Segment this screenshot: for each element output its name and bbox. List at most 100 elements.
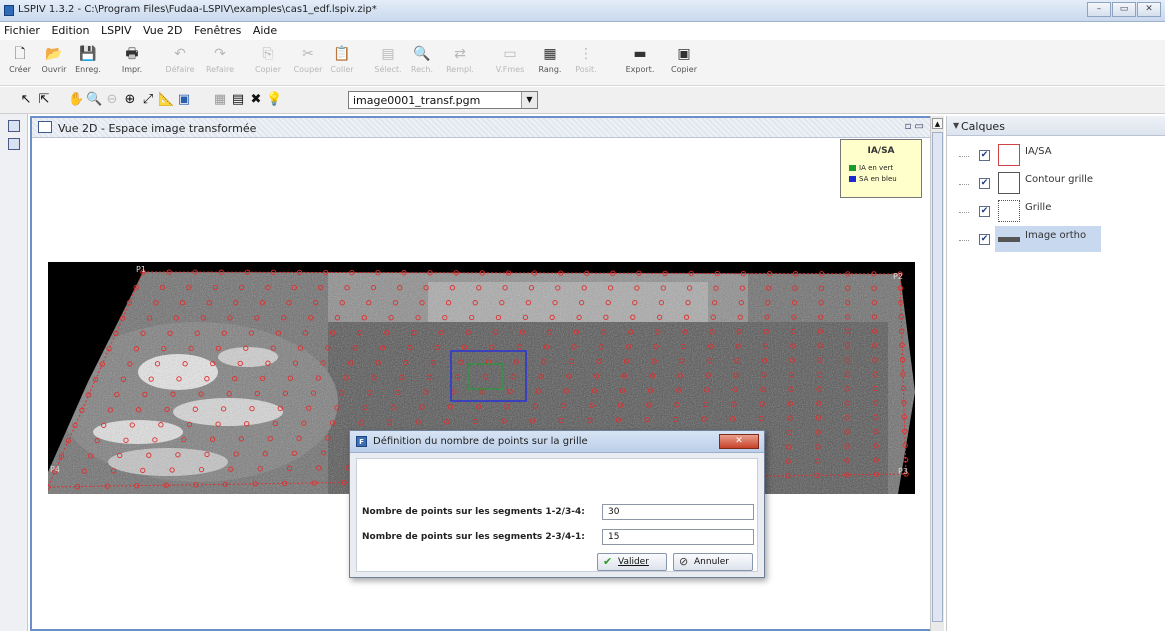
toolbar-button-label: Export.: [625, 65, 655, 74]
toolbar-button-label: Coller: [330, 65, 354, 74]
segments-1-2-input[interactable]: 30: [602, 504, 754, 520]
toolbar-button-v-fmes[interactable]: ▭ V.Fmes: [490, 42, 530, 74]
dialog-title: Définition du nombre de points sur la gr…: [373, 436, 588, 447]
toolbar-button-coller[interactable]: 📋 Coller: [322, 42, 362, 74]
toolbar-button-label: Copier: [671, 65, 697, 74]
layers-icon[interactable]: ▤: [230, 92, 246, 108]
bulb-icon[interactable]: 💡: [266, 92, 282, 108]
frame-controls[interactable]: ▫ ▭: [905, 121, 924, 132]
toolbar-button-rech[interactable]: 🔍 Rech.: [402, 42, 442, 74]
toolbar-button-enreg[interactable]: 💾 Enreg.: [68, 42, 108, 74]
app-icon: [4, 5, 14, 16]
left-side-strip: [0, 114, 28, 631]
toolbar-button-export[interactable]: ▬ Export.: [620, 42, 660, 74]
dialog-close-button[interactable]: ✕: [719, 434, 759, 449]
pan-icon[interactable]: ⤢: [140, 92, 156, 108]
window-controls: – ▭ ✕: [1086, 2, 1161, 18]
toolbar-button-d-faire[interactable]: ↶ Défaire: [160, 42, 200, 74]
toolbar-button-label: V.Fmes: [495, 65, 525, 74]
segments-2-3-label: Nombre de points sur les segments 2-3/4-…: [362, 532, 585, 542]
toolbar-button-impr[interactable]: 🖶 Impr.: [112, 42, 152, 74]
toolbar-button-label: Rech.: [410, 65, 434, 74]
zoom-out-icon[interactable]: ⊖: [104, 92, 120, 108]
chevron-down-icon[interactable]: ▼: [521, 92, 537, 108]
segments-2-3-input[interactable]: 15: [602, 529, 754, 545]
toolbar-button-refaire[interactable]: ↷ Refaire: [200, 42, 240, 74]
select-arrow-icon[interactable]: ↖: [18, 92, 34, 108]
title-bar: LSPIV 1.3.2 - C:\Program Files\Fudaa-LSP…: [0, 0, 1165, 22]
layer-grille-checkbox[interactable]: ✔: [979, 206, 990, 217]
menu-lspiv[interactable]: LSPIV: [97, 22, 136, 37]
pin-icon[interactable]: [8, 120, 20, 132]
tools-icon[interactable]: ✖: [248, 92, 264, 108]
save-icon: 💾: [79, 46, 97, 62]
find-icon: 🔍: [413, 46, 431, 62]
window-title: LSPIV 1.3.2 - C:\Program Files\Fudaa-LSP…: [18, 4, 377, 15]
menu-vue-2d[interactable]: Vue 2D: [139, 22, 186, 37]
layer-image-ortho-checkbox[interactable]: ✔: [979, 234, 990, 245]
open-folder-icon: 📂: [45, 46, 63, 62]
hand-icon[interactable]: ✋: [68, 92, 84, 108]
scrollbar-thumb[interactable]: [932, 132, 943, 622]
layers-panel-header: ▼ Calques: [947, 116, 1165, 136]
toolbar-button-rempl[interactable]: ⇄ Rempl.: [440, 42, 480, 74]
point-label-p4: P4: [50, 465, 60, 474]
layer-ia-sa-checkbox[interactable]: ✔: [979, 150, 990, 161]
toolbar-button-label: Enreg.: [75, 65, 101, 74]
menu-fichier[interactable]: Fichier: [0, 22, 44, 37]
toolbar-button-label: Posit.: [575, 65, 597, 74]
cancel-button[interactable]: ⊘ Annuler: [673, 553, 753, 571]
panel-icon[interactable]: [8, 138, 20, 150]
check-icon: ✔: [603, 555, 613, 568]
green-swatch: [849, 165, 856, 171]
validate-button[interactable]: ✔ Valider: [597, 553, 667, 571]
scroll-up-arrow-icon[interactable]: ▲: [932, 118, 943, 129]
print-icon: 🖶: [125, 46, 139, 62]
view-2d-title: Vue 2D - Espace image transformée: [58, 122, 257, 135]
layers-panel: ▼ Calques ✔ IA/SA ✔ Contour grille ✔ Gri…: [946, 116, 1165, 631]
toolbar-button-copier[interactable]: ⎘ Copier: [248, 42, 288, 74]
point-label-p3: P3: [898, 467, 908, 476]
view-2d-header: Vue 2D - Espace image transformée ▫ ▭: [32, 118, 932, 138]
toolbar-button-posit[interactable]: ⋮ Posit.: [566, 42, 606, 74]
point-label-p2: P2: [893, 272, 903, 281]
view-scrollbar[interactable]: ▲: [930, 116, 944, 631]
select-icon: ▤: [381, 46, 395, 62]
grid-icon[interactable]: ▦: [212, 92, 228, 108]
cut-icon: ✂: [302, 46, 314, 62]
zoom-in-icon[interactable]: 🔍: [86, 92, 102, 108]
menu-aide[interactable]: Aide: [249, 22, 281, 37]
layer-contour-grille-label: Contour grille: [1025, 174, 1094, 185]
toolbar-button-label: Refaire: [205, 65, 235, 74]
segments-1-2-label: Nombre de points sur les segments 1-2/3-…: [362, 507, 585, 517]
close-window-button[interactable]: ✕: [1137, 2, 1161, 17]
layer-contour-grille-checkbox[interactable]: ✔: [979, 178, 990, 189]
minimize-button[interactable]: –: [1087, 2, 1111, 17]
toolbar-button-label: Copier: [255, 65, 281, 74]
image-select-value: image0001_transf.pgm: [353, 94, 481, 107]
menu-edition[interactable]: Edition: [47, 22, 93, 37]
toolbar-button-label: Rang.: [538, 65, 562, 74]
image-select[interactable]: image0001_transf.pgm ▼: [348, 91, 538, 109]
layer-grille-label: Grille: [1025, 202, 1052, 213]
toolbar-button-copier[interactable]: ▣ Copier: [664, 42, 704, 74]
frame-window-icon: [38, 121, 52, 133]
export-icon: ▬: [633, 46, 647, 62]
view-toolbar: ↖ ⇱ ✋ 🔍 ⊖ ⊕ ⤢ 📐 ▣ ▦ ▤ ✖ 💡 image0001_tran…: [0, 87, 1165, 114]
dialog-body: Nombre de points sur les segments 1-2/3-…: [356, 458, 758, 572]
dialog-title-bar: F Définition du nombre de points sur la …: [350, 431, 764, 453]
frame-icon[interactable]: ▣: [176, 92, 192, 108]
menu-fenetres[interactable]: Fenêtres: [190, 22, 245, 37]
new-file-icon: 🗋: [14, 46, 26, 62]
zoom-box-icon[interactable]: ⊕: [122, 92, 138, 108]
layer-grille-thumbnail: [998, 200, 1020, 222]
ruler-icon[interactable]: 📐: [158, 92, 174, 108]
toolbar-button-rang[interactable]: ▦ Rang.: [530, 42, 570, 74]
point-label-p1: P1: [136, 265, 146, 274]
undo-icon: ↶: [174, 46, 186, 62]
toolbar-button-label: Rempl.: [446, 65, 474, 74]
collapse-triangle-icon[interactable]: ▼: [953, 121, 959, 130]
legend-title: IA/SA: [867, 146, 895, 156]
maximize-button[interactable]: ▭: [1112, 2, 1136, 17]
zoom-select-icon[interactable]: ⇱: [36, 92, 52, 108]
